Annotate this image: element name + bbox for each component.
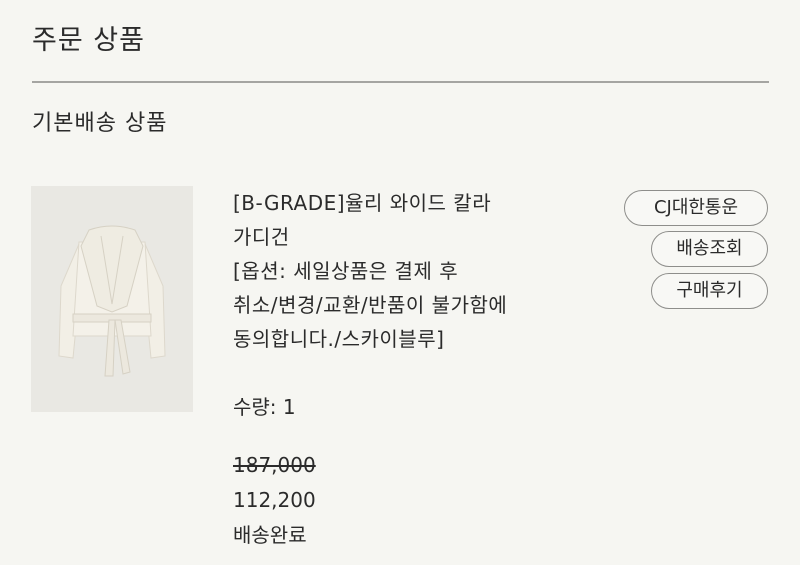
product-option-line: [옵션: 세일상품은 결제 후 xyxy=(233,259,459,283)
product-image[interactable] xyxy=(31,186,193,412)
quantity: 수량: 1 xyxy=(233,395,296,419)
product-option-line: 취소/변경/교환/반품이 불가함에 xyxy=(233,293,508,317)
divider xyxy=(32,81,769,83)
track-shipping-button[interactable]: 배송조회 xyxy=(651,231,768,267)
write-review-button[interactable]: 구매후기 xyxy=(651,273,768,309)
product-name-line: 가디건 xyxy=(233,225,290,249)
original-price: 187,000 xyxy=(233,453,316,477)
sale-price: 112,200 xyxy=(233,488,316,512)
cardigan-illustration xyxy=(31,186,193,412)
product-option-line: 동의합니다./스카이블루] xyxy=(233,327,445,351)
shipping-status: 배송완료 xyxy=(233,523,307,547)
product-name-line: [B-GRADE]율리 와이드 칼라 xyxy=(233,191,492,215)
courier-button[interactable]: CJ대한통운 xyxy=(624,190,768,226)
product-name[interactable]: [B-GRADE]율리 와이드 칼라 가디건 [옵션: 세일상품은 결제 후 취… xyxy=(233,186,573,356)
section-title: 기본배송 상품 xyxy=(32,111,168,136)
page-title: 주문 상품 xyxy=(32,25,145,56)
